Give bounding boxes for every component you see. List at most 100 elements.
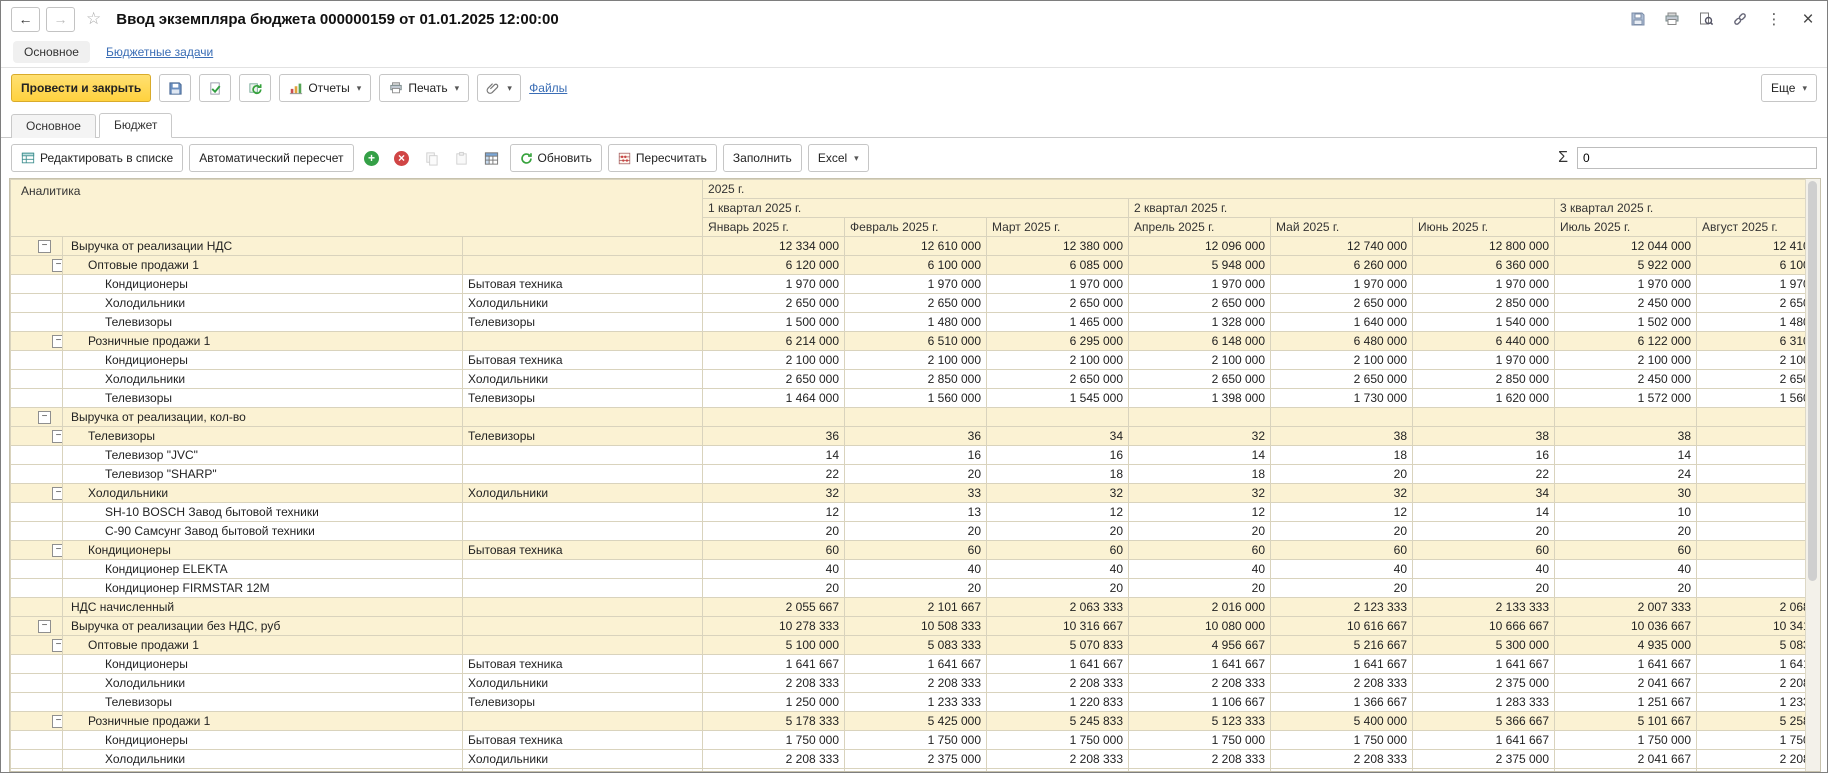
nav-tab-main[interactable]: Основное xyxy=(13,41,90,63)
grid-value-cell[interactable]: 5 922 000 xyxy=(1555,256,1697,275)
grid-value-cell[interactable]: 1 502 000 xyxy=(1555,313,1697,332)
grid-value-cell[interactable]: 12 xyxy=(1129,503,1271,522)
back-button[interactable]: ← xyxy=(11,7,40,32)
grid-value-cell[interactable]: 5 101 667 xyxy=(1555,712,1697,731)
grid-value-cell[interactable]: 20 xyxy=(1129,522,1271,541)
nav-link-budget-tasks[interactable]: Бюджетные задачи xyxy=(106,45,213,59)
grid-value-cell[interactable]: 6 148 000 xyxy=(1129,332,1271,351)
grid-value-cell[interactable]: 1 970 000 xyxy=(1129,275,1271,294)
grid-value-cell[interactable]: 22 xyxy=(1697,465,1807,484)
grid-value-cell[interactable]: 12 xyxy=(703,503,845,522)
grid-value-cell[interactable]: 12 044 000 xyxy=(1555,237,1697,256)
grid-value-cell[interactable]: 2 208 333 xyxy=(703,674,845,693)
grid-value-cell[interactable]: 2 100 000 xyxy=(1271,351,1413,370)
grid-value-cell[interactable]: 1 641 667 xyxy=(1697,655,1807,674)
grid-value-cell[interactable]: 2 100 000 xyxy=(845,351,987,370)
grid-value-cell[interactable]: 1 572 000 xyxy=(1555,389,1697,408)
grid-value-cell[interactable]: 60 xyxy=(1555,541,1697,560)
row-name-cell[interactable]: Выручка от реализации, кол-во xyxy=(63,408,463,427)
grid-value-cell[interactable]: 12 334 000 xyxy=(703,237,845,256)
grid-value-cell[interactable]: 60 xyxy=(1129,541,1271,560)
grid-value-cell[interactable]: 40 xyxy=(1271,560,1413,579)
add-button[interactable]: + xyxy=(360,146,384,170)
grid-value-cell[interactable]: 12 740 000 xyxy=(1271,237,1413,256)
grid-value-cell[interactable]: 16 xyxy=(845,446,987,465)
grid-value-cell[interactable]: 6 260 000 xyxy=(1271,256,1413,275)
row-category-cell[interactable] xyxy=(463,503,703,522)
grid-value-cell[interactable]: 1 251 667 xyxy=(1555,693,1697,712)
grid-value-cell[interactable]: 6 440 000 xyxy=(1413,332,1555,351)
grid-value-cell[interactable]: 32 xyxy=(1271,484,1413,503)
print-icon[interactable] xyxy=(1663,10,1681,28)
grid-value-cell[interactable]: 38 xyxy=(1555,427,1697,446)
row-name-cell[interactable]: Телевизор "SHARP" xyxy=(63,465,463,484)
grid-value-cell[interactable]: 10 341 667 xyxy=(1697,617,1807,636)
row-category-cell[interactable]: Холодильники xyxy=(463,674,703,693)
grid-value-cell[interactable]: 36 xyxy=(845,427,987,446)
grid-value-cell[interactable]: 2 123 333 xyxy=(1271,598,1413,617)
row-name-cell[interactable]: Кондиционеры xyxy=(63,731,463,750)
row-name-cell[interactable]: Кондиционеры xyxy=(63,655,463,674)
grid-value-cell[interactable]: 1 350 000 xyxy=(1413,769,1555,772)
row-category-cell[interactable]: Бытовая техника xyxy=(463,275,703,294)
grid-value-cell[interactable]: 1 730 000 xyxy=(1271,389,1413,408)
grid-value-cell[interactable]: 2 650 000 xyxy=(703,370,845,389)
grid-value-cell[interactable]: 33 xyxy=(845,484,987,503)
row-name-cell[interactable]: Кондиционеры xyxy=(63,541,463,560)
grid-value-cell[interactable]: 1 750 000 xyxy=(1555,731,1697,750)
grid-value-cell[interactable]: 2 375 000 xyxy=(845,750,987,769)
edit-in-list-button[interactable]: Редактировать в списке xyxy=(11,144,183,172)
row-name-cell[interactable]: Холодильники xyxy=(63,484,463,503)
grid-value-cell[interactable]: 10 666 667 xyxy=(1413,617,1555,636)
grid-value-cell[interactable]: 2 101 667 xyxy=(845,598,987,617)
grid-value-cell[interactable]: 20 xyxy=(1413,579,1555,598)
grid-value-cell[interactable]: 1 540 000 xyxy=(1413,313,1555,332)
grid-value-cell[interactable]: 2 208 333 xyxy=(1129,750,1271,769)
grid-value-cell[interactable]: 2 208 333 xyxy=(703,750,845,769)
fill-button[interactable]: Заполнить xyxy=(723,144,802,172)
grid-value-cell[interactable]: 60 xyxy=(1271,541,1413,560)
grid-value-cell[interactable]: 1 750 000 xyxy=(1697,731,1807,750)
grid-value-cell[interactable]: 2 650 000 xyxy=(845,294,987,313)
grid-value-cell[interactable]: 12 380 000 xyxy=(987,237,1129,256)
grid-value-cell[interactable]: 1 970 000 xyxy=(1555,275,1697,294)
grid-value-cell[interactable]: 12 xyxy=(1697,503,1807,522)
grid-value-cell[interactable]: 5 123 333 xyxy=(1129,712,1271,731)
grid-value-cell[interactable]: 2 450 000 xyxy=(1555,370,1697,389)
grid-value-cell[interactable]: 6 510 000 xyxy=(845,332,987,351)
grid-value-cell[interactable]: 12 xyxy=(1271,503,1413,522)
row-name-cell[interactable]: Телевизоры xyxy=(63,313,463,332)
row-name-cell[interactable]: Выручка от реализации НДС xyxy=(63,237,463,256)
grid-value-cell[interactable]: 1 464 000 xyxy=(703,389,845,408)
grid-value-cell[interactable]: 32 xyxy=(987,484,1129,503)
grid-value-cell[interactable]: 20 xyxy=(987,579,1129,598)
grid-value-cell[interactable]: 1 560 000 xyxy=(845,389,987,408)
auto-recalc-button[interactable]: Автоматический пересчет xyxy=(189,144,353,172)
grid-value-cell[interactable]: 20 xyxy=(1413,522,1555,541)
row-category-cell[interactable]: Холодильники xyxy=(463,750,703,769)
grid-value-cell[interactable]: 1 300 000 xyxy=(845,769,987,772)
grid-value-cell[interactable]: 14 xyxy=(1555,446,1697,465)
cancel-button[interactable]: × xyxy=(390,146,414,170)
grid-value-cell[interactable]: 1 165 000 xyxy=(1129,769,1271,772)
grid-value-cell[interactable]: 2 375 000 xyxy=(1413,674,1555,693)
post-and-close-button[interactable]: Провести и закрыть xyxy=(11,74,151,102)
grid-value-cell[interactable]: 2 041 667 xyxy=(1555,674,1697,693)
more-menu-icon[interactable]: ⋮ xyxy=(1765,10,1783,28)
grid-value-cell[interactable]: 1 970 000 xyxy=(1697,275,1807,294)
row-name-cell[interactable]: Кондиционер ELEKTA xyxy=(63,560,463,579)
grid-value-cell[interactable]: 6 122 000 xyxy=(1555,332,1697,351)
grid-value-cell[interactable]: 14 xyxy=(703,446,845,465)
grid-value-cell[interactable]: 16 xyxy=(987,446,1129,465)
grid-value-cell[interactable]: 1 283 333 xyxy=(1413,693,1555,712)
scrollbar-thumb[interactable] xyxy=(1808,181,1817,581)
grid-value-cell[interactable]: 1 620 000 xyxy=(1413,389,1555,408)
grid-value-cell[interactable]: 6 360 000 xyxy=(1413,256,1555,275)
grid-value-cell[interactable]: 2 650 000 xyxy=(703,294,845,313)
row-category-cell[interactable]: Телевизоры xyxy=(463,427,703,446)
grid-value-cell[interactable]: 20 xyxy=(1697,522,1807,541)
grid-value-cell[interactable]: 34 xyxy=(987,427,1129,446)
search-document-icon[interactable] xyxy=(1697,10,1715,28)
grid-value-cell[interactable]: 36 xyxy=(703,427,845,446)
grid-value-cell[interactable]: 2 650 000 xyxy=(1697,294,1807,313)
